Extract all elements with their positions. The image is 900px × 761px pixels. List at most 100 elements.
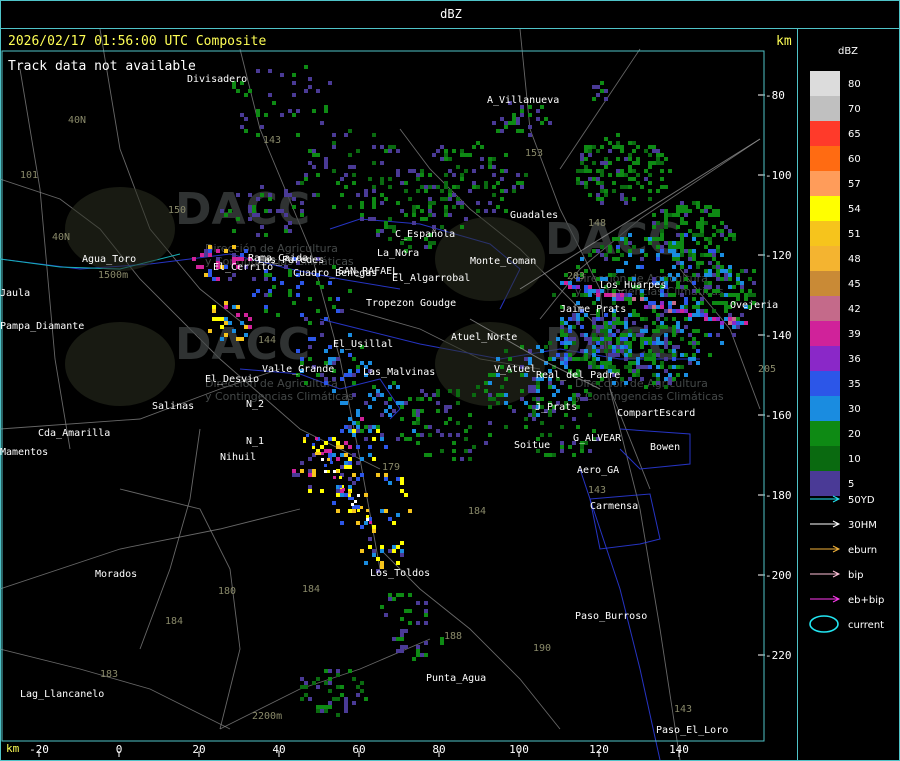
echo-pixel <box>676 253 680 257</box>
echo-pixel <box>624 381 628 385</box>
echo-pixel <box>720 277 724 281</box>
legend-value: 60 <box>848 154 861 165</box>
echo-pixel <box>212 277 216 281</box>
radar-map[interactable]: DACCDirección de Agriculturay Contingenc… <box>0 29 797 760</box>
echo-pixel <box>712 233 716 237</box>
echo-pixel <box>400 633 404 637</box>
legend-track-label: bip <box>848 570 863 581</box>
echo-pixel <box>668 301 672 305</box>
echo-pixel <box>672 377 676 381</box>
echo-pixel <box>376 389 380 393</box>
echo-pixel <box>252 209 256 213</box>
echo-pixel <box>340 309 344 313</box>
echo-pixel <box>540 397 544 401</box>
echo-pixel <box>624 197 628 201</box>
legend-track-label: eburn <box>848 545 877 556</box>
echo-pixel <box>352 509 356 513</box>
echo-pixel <box>628 177 632 181</box>
echo-pixel <box>336 457 340 461</box>
echo-pixel <box>384 477 388 481</box>
echo-pixel <box>304 381 308 385</box>
echo-pixel <box>716 317 720 321</box>
echo-pixel <box>732 233 736 237</box>
echo-pixel <box>432 201 436 205</box>
echo-pixel <box>660 321 664 325</box>
place-label: Morados <box>95 569 138 580</box>
echo-pixel <box>328 345 332 349</box>
echo-pixel <box>576 425 580 429</box>
echo-pixel <box>588 365 592 369</box>
echo-pixel <box>660 349 664 353</box>
echo-pixel <box>312 446 315 449</box>
echo-pixel <box>460 177 464 181</box>
echo-pixel <box>332 305 336 309</box>
echo-pixel <box>296 293 300 297</box>
echo-pixel <box>372 217 376 221</box>
route-label: 148 <box>588 218 607 229</box>
echo-pixel <box>712 257 716 261</box>
echo-pixel <box>612 381 616 385</box>
echo-pixel <box>736 277 740 281</box>
echo-pixel <box>624 293 628 297</box>
echo-pixel <box>348 445 352 449</box>
echo-pixel <box>264 305 268 309</box>
echo-pixel <box>376 425 380 429</box>
echo-pixel <box>396 637 400 641</box>
echo-pixel <box>652 301 656 305</box>
echo-pixel <box>408 593 412 597</box>
place-label: Las_Paredes <box>258 255 325 266</box>
echo-pixel <box>680 249 684 253</box>
echo-pixel <box>564 333 568 337</box>
echo-pixel <box>348 497 351 500</box>
echo-pixel <box>308 85 312 89</box>
echo-pixel <box>396 437 400 441</box>
echo-pixel <box>720 233 724 237</box>
echo-pixel <box>616 237 620 241</box>
echo-pixel <box>348 373 352 377</box>
echo-pixel <box>584 337 588 341</box>
echo-pixel <box>500 129 504 133</box>
echo-pixel <box>372 197 376 201</box>
echo-pixel <box>356 477 360 481</box>
echo-pixel <box>328 705 332 709</box>
echo-pixel <box>344 701 348 705</box>
echo-pixel <box>708 285 712 289</box>
echo-pixel <box>268 193 272 197</box>
echo-pixel <box>608 329 612 333</box>
echo-pixel <box>644 237 648 241</box>
echo-pixel <box>492 165 496 169</box>
route-label: 40N <box>52 232 71 243</box>
echo-pixel <box>604 321 608 325</box>
echo-pixel <box>324 377 328 381</box>
echo-pixel <box>572 337 576 341</box>
echo-pixel <box>352 701 356 705</box>
echo-pixel <box>312 337 316 341</box>
echo-pixel <box>292 473 296 477</box>
echo-pixel <box>380 193 384 197</box>
echo-pixel <box>312 443 315 446</box>
echo-pixel <box>668 293 672 297</box>
echo-pixel <box>384 473 388 477</box>
legend-track-current-icon <box>809 615 839 633</box>
echo-pixel <box>388 413 392 417</box>
echo-pixel <box>320 709 324 713</box>
echo-pixel <box>264 293 268 297</box>
echo-pixel <box>416 205 420 209</box>
echo-pixel <box>660 185 664 189</box>
echo-pixel <box>684 297 688 301</box>
echo-pixel <box>464 437 468 441</box>
echo-pixel <box>604 193 608 197</box>
route-label: 205 <box>758 364 777 375</box>
echo-pixel <box>336 441 340 445</box>
echo-pixel <box>684 301 688 305</box>
echo-pixel <box>248 209 252 213</box>
legend-value: 51 <box>848 229 861 240</box>
echo-pixel <box>616 269 620 273</box>
echo-pixel <box>548 453 552 457</box>
echo-pixel <box>584 357 588 361</box>
legend-value: 57 <box>848 179 861 190</box>
echo-pixel <box>208 249 212 253</box>
echo-pixel <box>304 693 308 697</box>
echo-pixel <box>628 365 632 369</box>
echo-pixel <box>356 369 360 373</box>
